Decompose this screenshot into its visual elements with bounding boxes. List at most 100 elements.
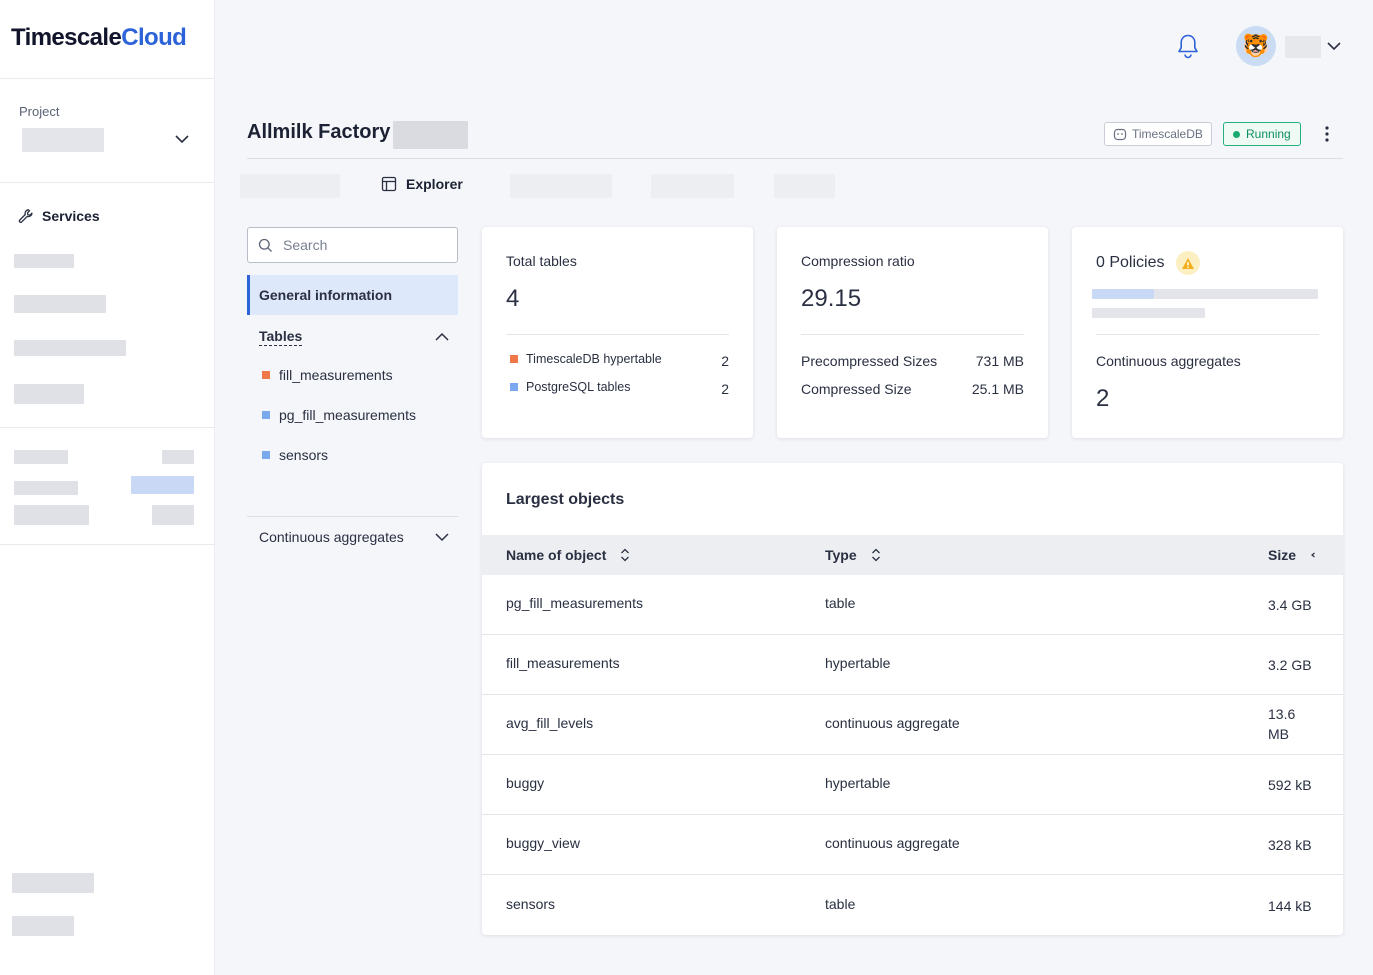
wrench-icon (18, 209, 33, 223)
compression-row-value: 731 MB (975, 353, 1024, 369)
cell-object-type: continuous aggregate (825, 835, 960, 851)
sort-icon[interactable] (871, 548, 881, 562)
largest-objects-card: Largest objects Name of object Type Size… (482, 463, 1343, 935)
hypertable-marker-icon (510, 355, 518, 363)
legend-count: 2 (721, 353, 729, 369)
table-name: pg_fill_measurements (279, 407, 416, 423)
column-header-label: Type (825, 547, 857, 563)
compression-card: Compression ratio 29.15 Precompressed Si… (777, 227, 1048, 438)
table-list-item[interactable]: pg_fill_measurements (262, 407, 416, 423)
sidebar: TimescaleCloud Project Services (0, 0, 215, 975)
column-header-label: Name of object (506, 547, 607, 563)
policies-link-redacted[interactable] (1092, 289, 1154, 299)
search-icon (258, 238, 272, 252)
chevron-down-icon[interactable] (434, 530, 450, 544)
tiger-icon: 🐯 (1242, 33, 1270, 58)
card-value: 29.15 (801, 285, 862, 312)
table-row[interactable]: pg_fill_measurements table 3.4 GB (482, 575, 1343, 635)
compression-row-value: 25.1 MB (971, 381, 1024, 397)
chevron-down-icon[interactable] (174, 131, 190, 147)
column-header-name[interactable]: Name of object (506, 547, 630, 563)
table-row[interactable]: buggy hypertable 592 kB (482, 755, 1343, 815)
timescale-tiger-icon (1113, 128, 1127, 141)
chevron-down-icon[interactable] (1326, 39, 1342, 53)
tables-heading[interactable]: Tables (259, 328, 303, 346)
table-row[interactable]: buggy_view continuous aggregate 328 kB (482, 815, 1343, 875)
table-marker-icon (262, 411, 270, 419)
cell-object-name: buggy_view (506, 835, 580, 851)
service-info-redacted[interactable] (131, 476, 194, 494)
sidebar-item-redacted[interactable] (14, 384, 84, 404)
timescale-logo[interactable]: TimescaleCloud (11, 24, 187, 52)
policies-text-redacted (1092, 308, 1205, 318)
tab-redacted[interactable] (774, 174, 835, 198)
sidebar-item-redacted[interactable] (14, 254, 74, 268)
legend-item: TimescaleDB hypertable (510, 352, 662, 366)
card-divider (1096, 334, 1319, 335)
status-dot-icon (1233, 130, 1240, 138)
sidebar-footer-item-redacted[interactable] (12, 916, 74, 936)
service-title: Allmilk Factory (247, 121, 391, 143)
cell-object-name: fill_measurements (506, 655, 620, 671)
tab-redacted[interactable] (510, 174, 612, 198)
legend-label: TimescaleDB hypertable (526, 352, 662, 366)
table-name: sensors (279, 447, 329, 463)
cell-object-type: table (825, 896, 856, 912)
service-info-redacted (14, 505, 89, 525)
table-row[interactable]: sensors table 144 kB (482, 875, 1343, 935)
sidebar-footer-item-redacted[interactable] (12, 873, 94, 893)
cell-object-size: 144 kB (1268, 898, 1312, 914)
logo-text-cloud: Cloud (121, 24, 187, 51)
column-header-label: Size (1268, 547, 1297, 563)
cell-object-type: table (825, 595, 856, 611)
column-header-type[interactable]: Type (825, 547, 881, 563)
sidebar-item-services[interactable]: Services (18, 208, 100, 224)
sidebar-item-label: Services (42, 208, 100, 224)
card-divider (801, 334, 1024, 335)
tab-redacted[interactable] (240, 174, 340, 198)
sidebar-divider (0, 427, 215, 428)
continuous-aggregates-heading[interactable]: Continuous aggregates (259, 529, 404, 545)
column-header-size[interactable]: Size (1268, 547, 1316, 563)
tab-explorer[interactable]: Explorer (381, 176, 463, 192)
user-name-redacted[interactable] (1285, 36, 1321, 58)
nav-general-information-label: General information (259, 287, 393, 303)
chevron-up-icon[interactable] (434, 330, 450, 344)
policies-title: 0 Policies (1096, 254, 1165, 271)
search-field[interactable] (247, 227, 458, 263)
tab-redacted[interactable] (651, 174, 734, 198)
sidebar-item-redacted[interactable] (14, 295, 106, 313)
card-label: Total tables (506, 253, 577, 269)
policies-text-redacted (1154, 289, 1318, 299)
project-name-redacted[interactable] (22, 128, 104, 152)
status-label: Running (1246, 127, 1291, 141)
policies-card: 0 Policies Continuous aggregates 2 (1072, 227, 1343, 438)
sidebar-divider (0, 544, 215, 545)
cell-object-type: hypertable (825, 655, 891, 671)
table-list-item[interactable]: sensors (262, 447, 328, 463)
sidebar-divider (0, 78, 215, 79)
card-divider (506, 334, 729, 335)
card-value: 4 (506, 285, 520, 312)
status-badge: Running (1223, 122, 1301, 146)
cell-object-size: 3.4 GB (1268, 597, 1312, 613)
avatar[interactable]: 🐯 (1236, 26, 1276, 66)
more-options-icon[interactable] (1320, 124, 1334, 144)
cell-object-size: 328 kB (1268, 837, 1312, 853)
table-row[interactable]: fill_measurements hypertable 3.2 GB (482, 635, 1343, 695)
table-list-item[interactable]: fill_measurements (262, 367, 393, 383)
table-row[interactable]: avg_fill_levels continuous aggregate 13.… (482, 695, 1343, 755)
sort-icon[interactable] (620, 548, 630, 562)
bell-icon[interactable] (1176, 33, 1200, 59)
warning-badge (1176, 251, 1200, 275)
search-input[interactable] (283, 237, 443, 253)
cagg-value: 2 (1096, 385, 1110, 412)
sidebar-item-redacted[interactable] (14, 340, 126, 356)
table-marker-icon (262, 451, 270, 459)
cell-object-type: hypertable (825, 775, 891, 791)
table-name: fill_measurements (279, 367, 393, 383)
nav-general-information[interactable]: General information (247, 275, 458, 315)
largest-objects-title: Largest objects (506, 491, 625, 508)
service-info-redacted (152, 505, 194, 525)
sort-icon[interactable] (1310, 548, 1316, 562)
